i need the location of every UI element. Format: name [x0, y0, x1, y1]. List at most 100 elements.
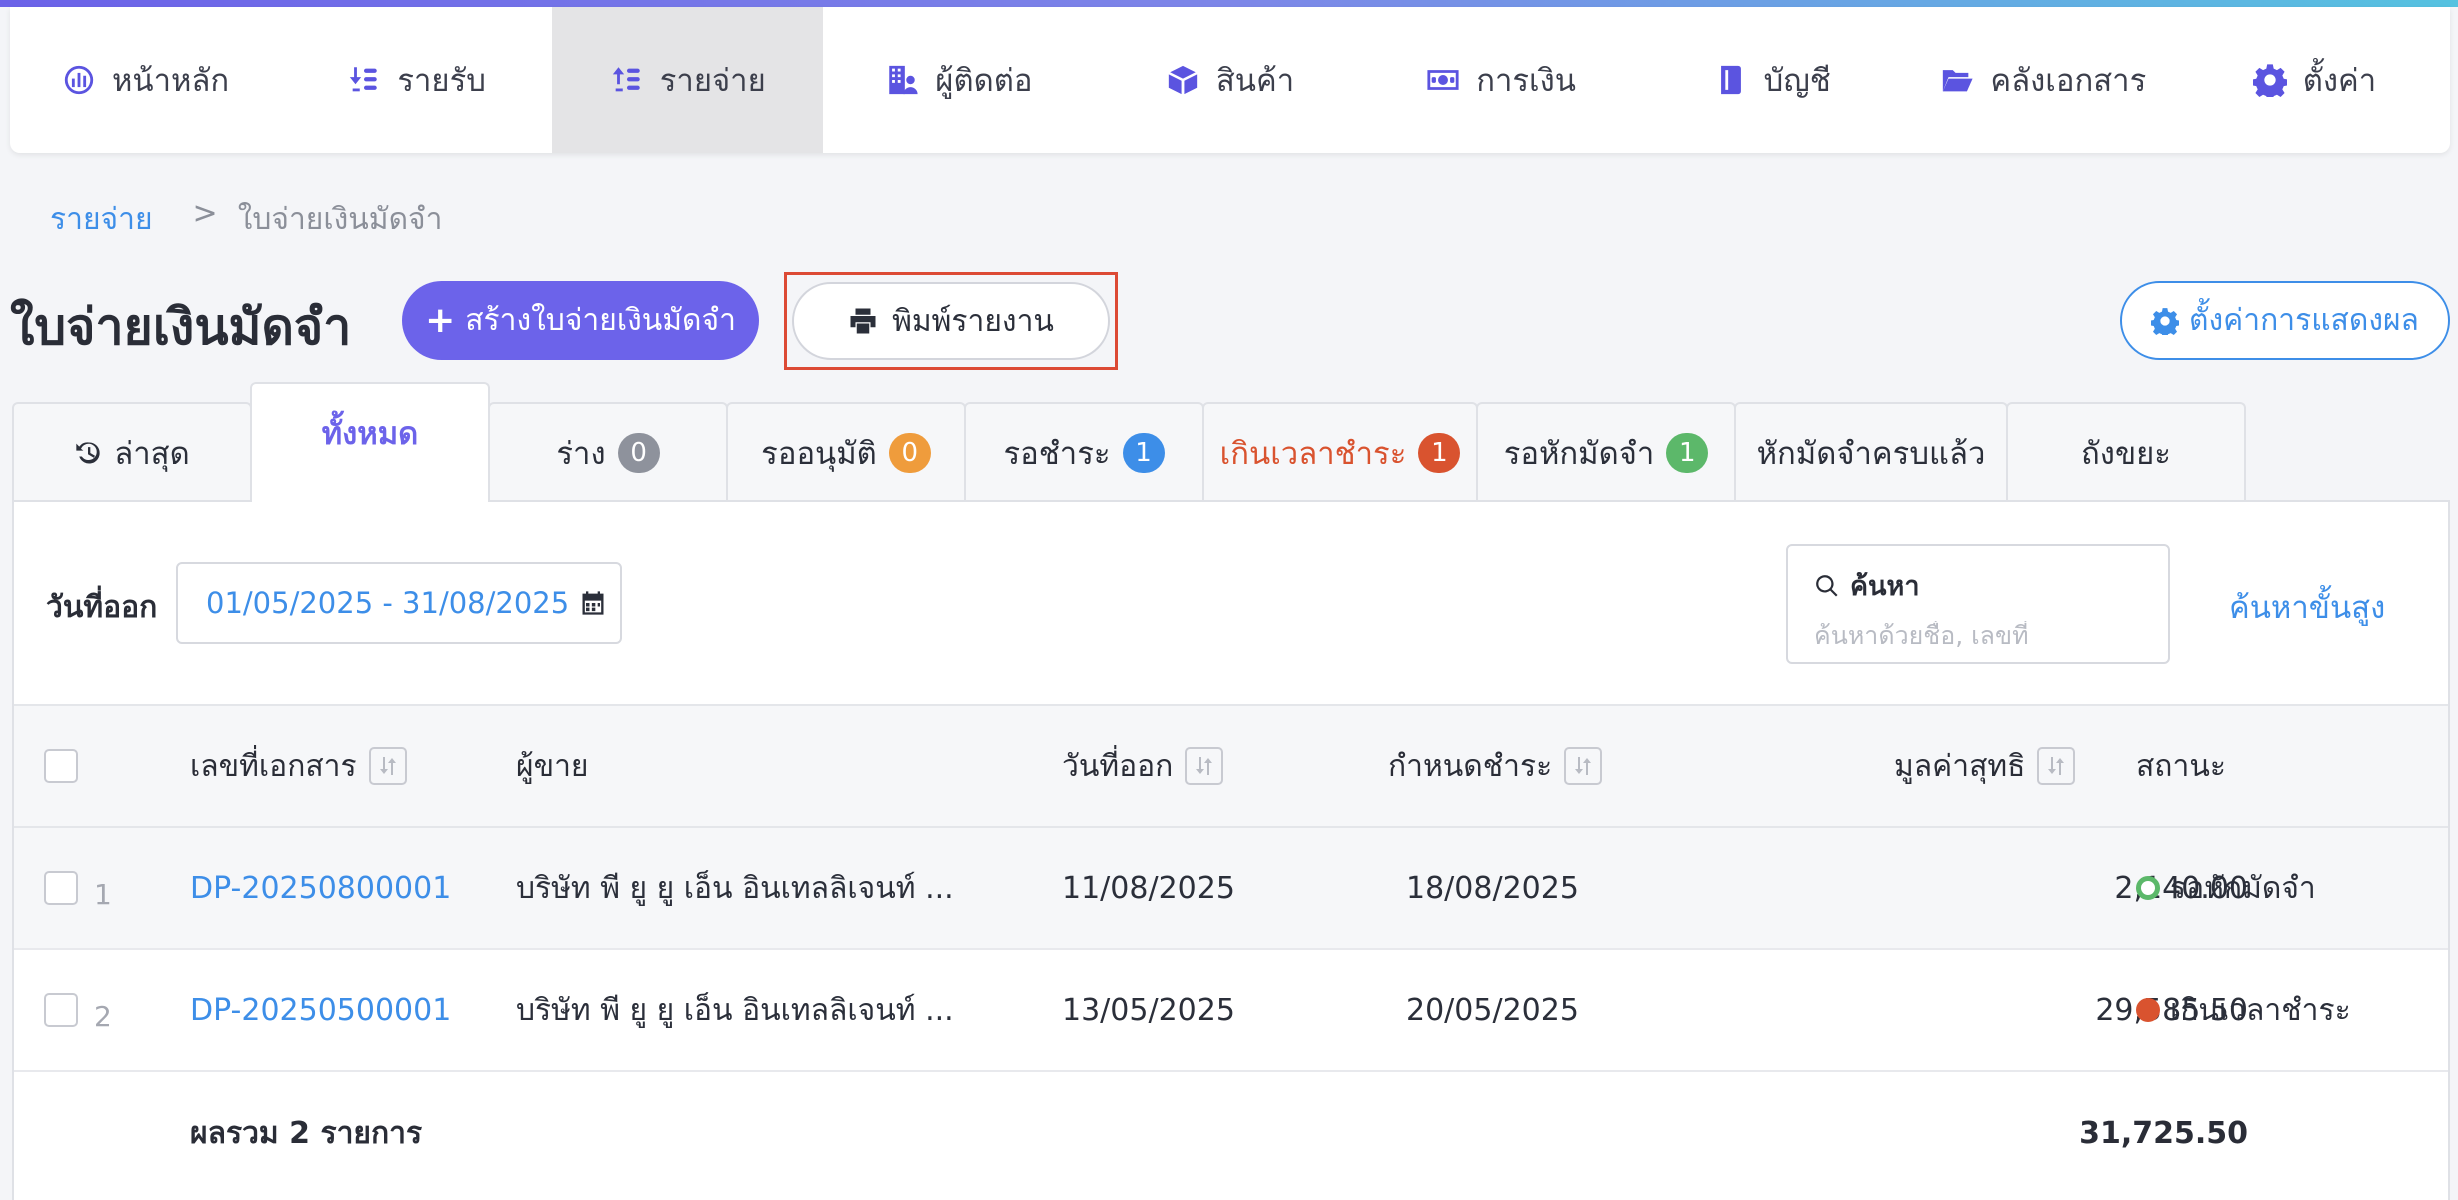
date-filter-label: วันที่ออก — [46, 590, 158, 625]
header-label: มูลค่าสุทธิ — [1894, 748, 2026, 784]
nav-item-dashboard[interactable]: หน้าหลัก — [10, 7, 281, 153]
tab-label: ถังขยะ — [2081, 436, 2171, 472]
search-icon — [1816, 574, 1838, 597]
tab-all[interactable]: ทั้งหมด — [250, 382, 490, 502]
print-report-button[interactable]: พิมพ์รายงาน — [792, 282, 1110, 360]
nav-item-label: รายรับ — [397, 63, 486, 99]
row-checkbox[interactable] — [44, 993, 78, 1027]
row-number: 1 — [94, 877, 112, 911]
issue-date: 11/08/2025 — [1062, 870, 1235, 906]
printer-icon — [850, 308, 876, 334]
row-checkbox[interactable] — [44, 871, 78, 905]
tab-fully-deducted[interactable]: หักมัดจำครบแล้ว — [1734, 402, 2008, 502]
folder-icon — [1943, 70, 1973, 92]
main-nav: หน้าหลัก รายรับ รายจ่าย ผู้ติดต่อ สินค้า… — [10, 7, 2450, 153]
header-label: วันที่ออก — [1062, 748, 1174, 784]
nav-item-income[interactable]: รายรับ — [281, 7, 552, 153]
breadcrumb-parent-link[interactable]: รายจ่าย — [50, 196, 153, 243]
document-list-card: วันที่ออก 01/05/2025 - 31/08/2025 ค้นหา … — [12, 500, 2450, 1200]
status-dot-icon — [2136, 998, 2160, 1022]
nav-item-label: คลังเอกสาร — [1990, 63, 2147, 99]
table-header: เลขที่เอกสาร ผู้ขาย วันที่ออก กำหนดชำระ … — [14, 704, 2448, 828]
column-header-due-date[interactable]: กำหนดชำระ — [1388, 706, 1603, 826]
tab-label: รอชำระ — [1003, 436, 1111, 472]
count-badge: 0 — [888, 433, 931, 473]
tab-awaiting-approval[interactable]: รออนุมัติ 0 — [726, 402, 966, 502]
display-settings-button[interactable]: ตั้งค่าการแสดงผล — [2120, 281, 2450, 360]
header-label: เลขที่เอกสาร — [190, 748, 357, 784]
nav-item-accounting[interactable]: บัญชี — [1637, 7, 1908, 153]
tab-label: ร่าง — [556, 436, 606, 472]
nav-item-label: บัญชี — [1763, 63, 1831, 99]
income-icon — [350, 67, 378, 92]
nav-item-expense[interactable]: รายจ่าย — [552, 7, 824, 153]
status-label: เกินเวลาชำระ — [2170, 992, 2351, 1028]
select-all-checkbox[interactable] — [44, 749, 78, 783]
tab-label: รออนุมัติ — [761, 436, 877, 472]
money-icon — [1427, 70, 1459, 90]
product-box-icon — [1168, 65, 1198, 95]
tab-overdue[interactable]: เกินเวลาชำระ 1 — [1202, 402, 1478, 502]
count-badge: 1 — [1418, 433, 1461, 473]
nav-item-documents[interactable]: คลังเอกสาร — [1908, 7, 2179, 153]
search-box[interactable]: ค้นหา — [1786, 544, 2170, 664]
nav-item-products[interactable]: สินค้า — [1094, 7, 1365, 153]
sort-icon[interactable] — [1185, 747, 1224, 785]
date-range-picker[interactable]: 01/05/2025 - 31/08/2025 — [176, 562, 622, 644]
contacts-icon — [889, 65, 918, 95]
nav-item-finance[interactable]: การเงิน — [1366, 7, 1637, 153]
breadcrumb: รายจ่าย > ใบจ่ายเงินมัดจำ — [50, 196, 442, 243]
row-number: 2 — [94, 999, 112, 1033]
status-label: รอหักมัดจำ — [2170, 870, 2316, 906]
tab-label: ล่าสุด — [114, 436, 190, 472]
breadcrumb-current: ใบจ่ายเงินมัดจำ — [237, 202, 443, 237]
calendar-icon — [582, 591, 604, 615]
count-badge: 1 — [1122, 433, 1165, 473]
top-accent-stripe — [0, 0, 2458, 7]
tab-label: รอหักมัดจำ — [1503, 436, 1655, 472]
summary-label: ผลรวม 2 รายการ — [190, 1115, 423, 1151]
document-number-link[interactable]: DP-20250500001 — [190, 993, 451, 1028]
tab-label: ทั้งหมด — [321, 416, 419, 452]
tab-awaiting-payment[interactable]: รอชำระ 1 — [964, 402, 1204, 502]
nav-item-label: ผู้ติดต่อ — [935, 63, 1033, 99]
nav-item-label: รายจ่าย — [659, 63, 766, 99]
status-tabs: ล่าสุด ทั้งหมด ร่าง 0 รออนุมัติ 0 รอชำระ… — [12, 382, 2246, 502]
table-row[interactable]: 2 DP-20250500001 บริษัท พี ยู ยู เอ็น อิ… — [14, 950, 2448, 1072]
summary-total: 31,725.50 — [2079, 1115, 2248, 1151]
expense-icon — [612, 67, 640, 92]
column-header-issue-date[interactable]: วันที่ออก — [1062, 706, 1224, 826]
tab-label: เกินเวลาชำระ — [1219, 436, 1407, 472]
print-button-label: พิมพ์รายงาน — [892, 303, 1054, 339]
tab-trash[interactable]: ถังขยะ — [2006, 402, 2246, 502]
nav-item-label: หน้าหลัก — [111, 63, 230, 99]
tab-label: หักมัดจำครบแล้ว — [1756, 436, 1986, 472]
sort-icon[interactable] — [368, 747, 407, 785]
header-label: กำหนดชำระ — [1388, 748, 1553, 784]
gear-icon — [2151, 307, 2180, 335]
tab-draft[interactable]: ร่าง 0 — [488, 402, 728, 502]
nav-item-settings[interactable]: ตั้งค่า — [2179, 7, 2450, 153]
tab-awaiting-deduction[interactable]: รอหักมัดจำ 1 — [1476, 402, 1736, 502]
advanced-search-link[interactable]: ค้นหาขั้นสูง — [2229, 582, 2385, 632]
sort-icon[interactable] — [2037, 747, 2076, 785]
plus-icon: + — [425, 300, 456, 341]
table-row[interactable]: 1 DP-20250800001 บริษัท พี ยู ยู เอ็น อิ… — [14, 828, 2448, 950]
due-date: 18/08/2025 — [1406, 870, 1579, 906]
create-deposit-payment-button[interactable]: + สร้างใบจ่ายเงินมัดจำ — [402, 281, 759, 360]
column-header-doc-no[interactable]: เลขที่เอกสาร — [190, 706, 407, 826]
tab-latest[interactable]: ล่าสุด — [12, 402, 252, 502]
search-input[interactable] — [1814, 621, 2142, 650]
vendor-name: บริษัท พี ยู ยู เอ็น อินเทลลิเจนท์ ... — [516, 870, 954, 906]
dashboard-icon — [64, 65, 94, 95]
breadcrumb-separator: > — [192, 196, 218, 231]
nav-item-contacts[interactable]: ผู้ติดต่อ — [823, 7, 1094, 153]
document-number-link[interactable]: DP-20250800001 — [190, 871, 451, 906]
column-header-net-amount[interactable]: มูลค่าสุทธิ — [1894, 706, 2076, 826]
sort-icon[interactable] — [1564, 747, 1603, 785]
count-badge: 1 — [1666, 433, 1709, 473]
header-label: ผู้ขาย — [516, 748, 589, 784]
nav-item-label: ตั้งค่า — [2302, 63, 2377, 99]
page-title: ใบจ่ายเงินมัดจำ — [10, 298, 352, 356]
issue-date: 13/05/2025 — [1062, 992, 1235, 1028]
